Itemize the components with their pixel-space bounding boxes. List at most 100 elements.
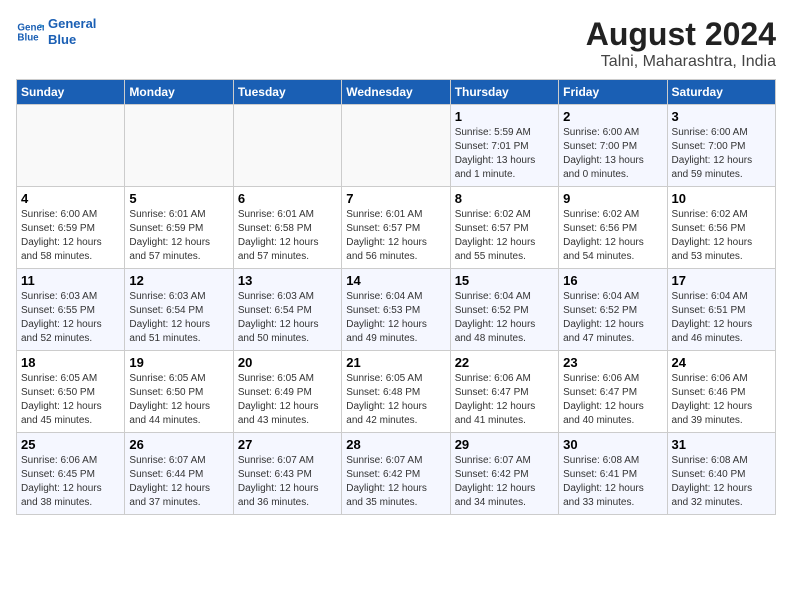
calendar-row: 11 Sunrise: 6:03 AM Sunset: 6:55 PM Dayli… [17, 269, 776, 351]
day-info: Sunrise: 6:04 AM Sunset: 6:52 PM Dayligh… [563, 290, 662, 346]
day-number: 10 [672, 191, 771, 206]
calendar-cell: 8 Sunrise: 6:02 AM Sunset: 6:57 PM Daylig… [450, 187, 558, 269]
day-info: Sunrise: 6:06 AM Sunset: 6:47 PM Dayligh… [455, 372, 554, 428]
calendar-cell: 1 Sunrise: 5:59 AM Sunset: 7:01 PM Daylig… [450, 105, 558, 187]
main-title: August 2024 [586, 16, 776, 53]
calendar-cell: 13Sunrise: 6:03 AM Sunset: 6:54 PM Dayli… [233, 269, 341, 351]
day-info: Sunrise: 6:02 AM Sunset: 6:56 PM Dayligh… [672, 208, 771, 264]
day-info: Sunrise: 6:05 AM Sunset: 6:49 PM Dayligh… [238, 372, 337, 428]
logo-text2: Blue [48, 32, 76, 47]
day-info: Sunrise: 6:00 AM Sunset: 7:00 PM Dayligh… [672, 126, 771, 182]
calendar-cell: 11 Sunrise: 6:03 AM Sunset: 6:55 PM Dayli… [17, 269, 125, 351]
day-number: 25 [21, 437, 120, 452]
calendar-cell [233, 105, 341, 187]
calendar-cell: 27 Sunrise: 6:07 AM Sunset: 6:43 PM Dayli… [233, 433, 341, 515]
header: General Blue General Blue August 2024 Ta… [16, 16, 776, 71]
day-info: Sunrise: 6:01 AM Sunset: 6:58 PM Dayligh… [238, 208, 337, 264]
calendar-cell: 19 Sunrise: 6:05 AM Sunset: 6:50 PM Dayli… [125, 351, 233, 433]
day-number: 7 [346, 191, 445, 206]
day-number: 6 [238, 191, 337, 206]
calendar-cell: 3 Sunrise: 6:00 AM Sunset: 7:00 PM Daylig… [667, 105, 775, 187]
weekday-header: Tuesday [233, 80, 341, 105]
day-number: 23 [563, 355, 662, 370]
day-info: Sunrise: 6:01 AM Sunset: 6:59 PM Dayligh… [129, 208, 228, 264]
day-info: Sunrise: 6:03 AM Sunset: 6:55 PM Dayligh… [21, 290, 120, 346]
day-info: Sunrise: 6:00 AM Sunset: 6:59 PM Dayligh… [21, 208, 120, 264]
weekday-header: Sunday [17, 80, 125, 105]
day-number: 30 [563, 437, 662, 452]
calendar-header: SundayMondayTuesdayWednesdayThursdayFrid… [17, 80, 776, 105]
logo-text: General [48, 16, 96, 31]
calendar-cell: 18 Sunrise: 6:05 AM Sunset: 6:50 PM Dayli… [17, 351, 125, 433]
subtitle: Talni, Maharashtra, India [586, 53, 776, 71]
day-number: 22 [455, 355, 554, 370]
logo: General Blue General Blue [16, 16, 96, 47]
day-info: Sunrise: 6:02 AM Sunset: 6:57 PM Dayligh… [455, 208, 554, 264]
day-info: Sunrise: 5:59 AM Sunset: 7:01 PM Dayligh… [455, 126, 554, 182]
day-info: Sunrise: 6:02 AM Sunset: 6:56 PM Dayligh… [563, 208, 662, 264]
day-number: 19 [129, 355, 228, 370]
day-info: Sunrise: 6:07 AM Sunset: 6:42 PM Dayligh… [346, 454, 445, 510]
day-number: 24 [672, 355, 771, 370]
day-number: 20 [238, 355, 337, 370]
calendar-cell: 2Sunrise: 6:00 AM Sunset: 7:00 PM Daylig… [559, 105, 667, 187]
day-info: Sunrise: 6:06 AM Sunset: 6:45 PM Dayligh… [21, 454, 120, 510]
weekday-header: Thursday [450, 80, 558, 105]
day-number: 13 [238, 273, 337, 288]
day-info: Sunrise: 6:07 AM Sunset: 6:42 PM Dayligh… [455, 454, 554, 510]
day-number: 9 [563, 191, 662, 206]
calendar-cell: 26Sunrise: 6:07 AM Sunset: 6:44 PM Dayli… [125, 433, 233, 515]
logo-icon: General Blue [16, 18, 44, 46]
day-number: 11 [21, 273, 120, 288]
calendar-cell: 4 Sunrise: 6:00 AM Sunset: 6:59 PM Daylig… [17, 187, 125, 269]
weekday-header: Friday [559, 80, 667, 105]
calendar-cell: 6 Sunrise: 6:01 AM Sunset: 6:58 PM Daylig… [233, 187, 341, 269]
day-info: Sunrise: 6:06 AM Sunset: 6:47 PM Dayligh… [563, 372, 662, 428]
day-number: 2 [563, 109, 662, 124]
day-info: Sunrise: 6:04 AM Sunset: 6:53 PM Dayligh… [346, 290, 445, 346]
day-info: Sunrise: 6:05 AM Sunset: 6:48 PM Dayligh… [346, 372, 445, 428]
day-number: 4 [21, 191, 120, 206]
day-number: 14 [346, 273, 445, 288]
day-info: Sunrise: 6:08 AM Sunset: 6:40 PM Dayligh… [672, 454, 771, 510]
calendar-cell: 30 Sunrise: 6:08 AM Sunset: 6:41 PM Dayli… [559, 433, 667, 515]
day-number: 28 [346, 437, 445, 452]
calendar-cell: 5Sunrise: 6:01 AM Sunset: 6:59 PM Daylig… [125, 187, 233, 269]
day-number: 1 [455, 109, 554, 124]
day-number: 18 [21, 355, 120, 370]
calendar-row: 1 Sunrise: 5:59 AM Sunset: 7:01 PM Daylig… [17, 105, 776, 187]
day-info: Sunrise: 6:03 AM Sunset: 6:54 PM Dayligh… [129, 290, 228, 346]
day-info: Sunrise: 6:04 AM Sunset: 6:52 PM Dayligh… [455, 290, 554, 346]
calendar-cell: 25 Sunrise: 6:06 AM Sunset: 6:45 PM Dayli… [17, 433, 125, 515]
day-info: Sunrise: 6:01 AM Sunset: 6:57 PM Dayligh… [346, 208, 445, 264]
day-number: 8 [455, 191, 554, 206]
calendar-cell: 14 Sunrise: 6:04 AM Sunset: 6:53 PM Dayli… [342, 269, 450, 351]
day-info: Sunrise: 6:05 AM Sunset: 6:50 PM Dayligh… [21, 372, 120, 428]
calendar-cell: 29Sunrise: 6:07 AM Sunset: 6:42 PM Dayli… [450, 433, 558, 515]
day-number: 27 [238, 437, 337, 452]
day-number: 16 [563, 273, 662, 288]
day-info: Sunrise: 6:07 AM Sunset: 6:44 PM Dayligh… [129, 454, 228, 510]
calendar-row: 25 Sunrise: 6:06 AM Sunset: 6:45 PM Dayli… [17, 433, 776, 515]
calendar-cell: 15 Sunrise: 6:04 AM Sunset: 6:52 PM Dayli… [450, 269, 558, 351]
calendar-cell: 7 Sunrise: 6:01 AM Sunset: 6:57 PM Daylig… [342, 187, 450, 269]
weekday-header: Saturday [667, 80, 775, 105]
day-info: Sunrise: 6:05 AM Sunset: 6:50 PM Dayligh… [129, 372, 228, 428]
calendar-cell: 21Sunrise: 6:05 AM Sunset: 6:48 PM Dayli… [342, 351, 450, 433]
day-info: Sunrise: 6:07 AM Sunset: 6:43 PM Dayligh… [238, 454, 337, 510]
day-number: 12 [129, 273, 228, 288]
day-number: 3 [672, 109, 771, 124]
day-info: Sunrise: 6:06 AM Sunset: 6:46 PM Dayligh… [672, 372, 771, 428]
calendar-cell [125, 105, 233, 187]
svg-text:Blue: Blue [17, 32, 39, 43]
calendar-body: 1 Sunrise: 5:59 AM Sunset: 7:01 PM Daylig… [17, 105, 776, 515]
calendar-cell: 16 Sunrise: 6:04 AM Sunset: 6:52 PM Dayli… [559, 269, 667, 351]
calendar-cell: 24 Sunrise: 6:06 AM Sunset: 6:46 PM Dayli… [667, 351, 775, 433]
calendar-table: SundayMondayTuesdayWednesdayThursdayFrid… [16, 79, 776, 515]
day-number: 15 [455, 273, 554, 288]
calendar-cell: 22 Sunrise: 6:06 AM Sunset: 6:47 PM Dayli… [450, 351, 558, 433]
day-number: 17 [672, 273, 771, 288]
calendar-cell: 10 Sunrise: 6:02 AM Sunset: 6:56 PM Dayli… [667, 187, 775, 269]
calendar-cell [17, 105, 125, 187]
day-info: Sunrise: 6:08 AM Sunset: 6:41 PM Dayligh… [563, 454, 662, 510]
